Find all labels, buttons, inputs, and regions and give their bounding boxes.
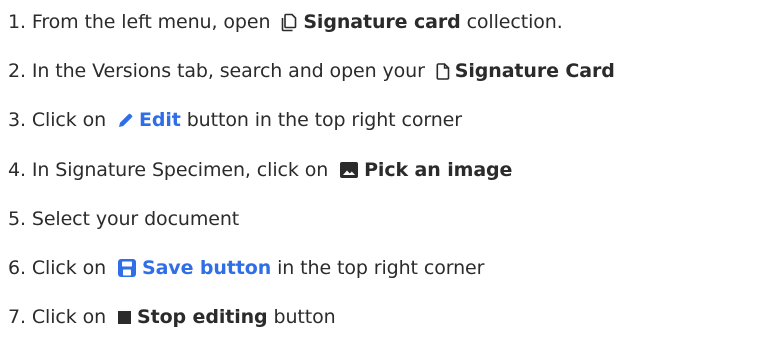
image-icon xyxy=(339,161,359,179)
stop-icon xyxy=(117,310,132,325)
step-7-text: 7. Click on xyxy=(8,306,112,328)
save-icon xyxy=(117,258,137,278)
step-4: 4. In Signature Specimen, click on Pick … xyxy=(8,153,512,187)
step-6: 6. Click on Save button in the top right… xyxy=(8,251,484,285)
collection-icon xyxy=(281,13,298,32)
step-4-text: 4. In Signature Specimen, click on xyxy=(8,159,335,181)
step-1-target: Signature card xyxy=(303,11,461,33)
stop-editing-label: Stop editing xyxy=(137,306,268,328)
pencil-icon xyxy=(117,112,134,129)
document-icon xyxy=(436,62,450,80)
step-1: 1. From the left menu, open Signature ca… xyxy=(8,5,563,39)
step-7-suffix: button xyxy=(267,306,336,328)
step-6-suffix: in the top right corner xyxy=(271,257,485,279)
step-5-text: 5. Select your document xyxy=(8,208,240,230)
step-5: 5. Select your document xyxy=(8,202,239,236)
step-6-text: 6. Click on xyxy=(8,257,112,279)
step-7: 7. Click on Stop editing button xyxy=(8,300,336,334)
pick-image-label: Pick an image xyxy=(364,159,513,181)
step-2-text: 2. In the Versions tab, search and open … xyxy=(8,60,431,82)
edit-button-label: Edit xyxy=(139,109,181,131)
step-3: 3. Click on Edit button in the top right… xyxy=(8,103,462,137)
step-3-text: 3. Click on xyxy=(8,109,112,131)
step-2: 2. In the Versions tab, search and open … xyxy=(8,54,615,88)
step-3-suffix: button in the top right corner xyxy=(180,109,462,131)
step-1-suffix: collection. xyxy=(460,11,563,33)
step-1-text: 1. From the left menu, open xyxy=(8,11,277,33)
save-button-label: Save button xyxy=(142,257,272,279)
step-2-target: Signature Card xyxy=(454,60,615,82)
